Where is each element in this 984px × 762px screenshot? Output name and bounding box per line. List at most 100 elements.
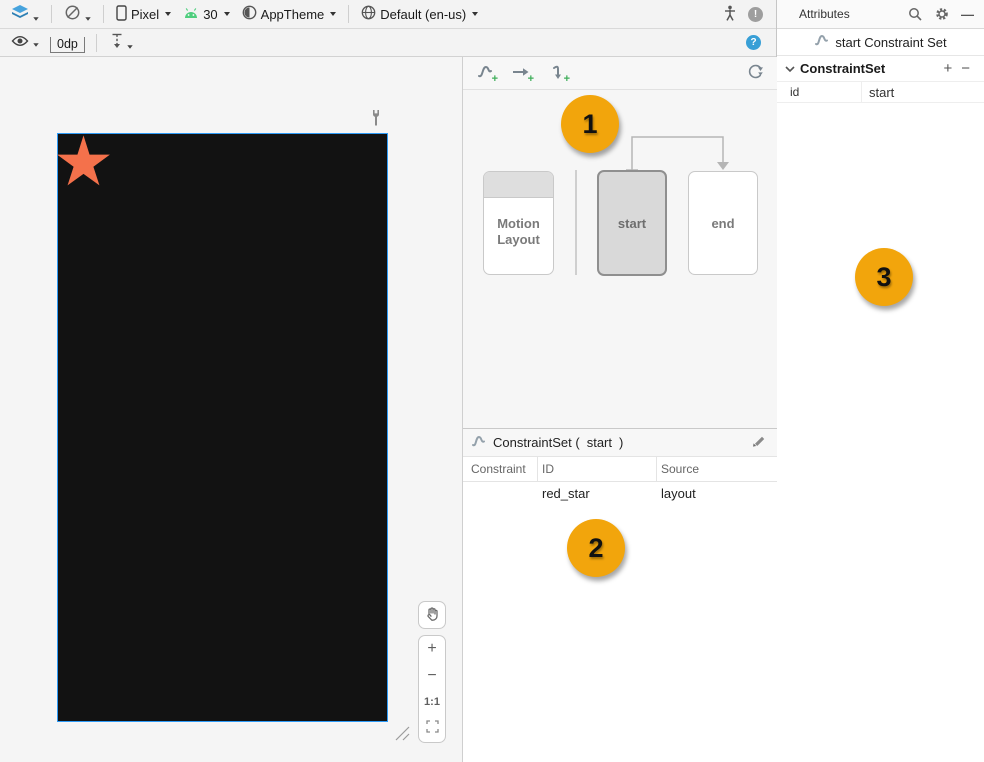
dropdown-caret: [472, 12, 478, 16]
api-level-label: 30: [203, 7, 217, 22]
zoom-in-button[interactable]: +: [419, 636, 445, 663]
phone-screen-preview[interactable]: [57, 133, 388, 722]
design-surface[interactable]: + − 1:1: [0, 57, 462, 762]
plus-overlay-icon: +: [528, 74, 534, 85]
dropdown-caret: [165, 12, 171, 16]
design-toolbar-main: Pixel 30: [0, 0, 776, 29]
locale-selector[interactable]: Default (en-us): [356, 3, 483, 25]
orientation-button[interactable]: [59, 2, 96, 26]
dropdown-caret: [33, 43, 38, 47]
motion-overview-scene[interactable]: Motion Layout start end: [463, 90, 777, 428]
constraint-table-header: Constraint ID Source: [463, 456, 777, 482]
toolbar-divider: [96, 34, 97, 52]
constraintset-section-header[interactable]: ConstraintSet + −: [777, 56, 984, 81]
squiggle-icon: [471, 435, 486, 451]
search-icon: [908, 9, 922, 24]
default-margin-value: 0dp: [50, 37, 85, 53]
constraintset-end-box[interactable]: end: [688, 171, 758, 275]
red-star-view[interactable]: [56, 135, 111, 193]
dropdown-caret: [127, 45, 132, 49]
settings-button[interactable]: [934, 7, 949, 22]
zoom-actual-size-button[interactable]: 1:1: [419, 689, 445, 716]
gear-icon: [935, 9, 949, 24]
attributes-panel-header: Attributes —: [777, 0, 984, 29]
hand-icon: [424, 606, 440, 625]
motion-layout-box[interactable]: Motion Layout: [483, 171, 554, 275]
api-level-selector[interactable]: 30: [178, 5, 234, 24]
resize-handle-icon[interactable]: [392, 723, 410, 746]
zoom-out-button[interactable]: −: [419, 663, 445, 690]
dropdown-caret: [33, 17, 38, 21]
fit-screen-icon: [426, 720, 439, 738]
default-margin-button[interactable]: 0dp: [48, 33, 87, 53]
guideline-icon: [111, 33, 123, 52]
edit-constraintset-button[interactable]: [751, 435, 767, 451]
accessibility-check-button[interactable]: [719, 3, 741, 26]
issues-icon: !: [748, 7, 763, 22]
device-label: Pixel: [131, 7, 159, 22]
attribute-row[interactable]: id start: [777, 81, 984, 103]
scene-divider: [575, 170, 577, 275]
wrench-icon[interactable]: [369, 108, 383, 133]
column-constraint: Constraint: [463, 457, 538, 481]
pencil-icon: [752, 437, 766, 452]
design-toolbar-secondary: 0dp ?: [0, 29, 776, 57]
toolbar-divider: [103, 5, 104, 23]
end-box-label: end: [711, 216, 734, 231]
add-constraintset-button[interactable]: +: [475, 63, 495, 83]
search-button[interactable]: [907, 7, 922, 22]
cell-id: red_star: [538, 486, 657, 501]
plus-overlay-icon: +: [492, 74, 498, 85]
constraint-table-row[interactable]: red_star layout: [463, 482, 777, 504]
attributes-title: Attributes: [799, 7, 850, 21]
constraintset-panel-header: ConstraintSet ( start ): [463, 428, 777, 456]
remove-attribute-button[interactable]: −: [959, 60, 972, 77]
dropdown-caret: [330, 12, 336, 16]
motion-layout-label: Motion Layout: [490, 216, 548, 249]
attribute-value[interactable]: start: [862, 85, 894, 100]
guideline-button[interactable]: [106, 31, 138, 54]
layers-icon: [11, 4, 29, 24]
globe-icon: [361, 5, 376, 23]
pan-button[interactable]: [418, 601, 446, 629]
design-surface-selector-button[interactable]: [6, 2, 44, 26]
cell-source: layout: [657, 486, 777, 501]
selected-constraintset: start: [587, 435, 612, 450]
motion-cycle-button[interactable]: [745, 63, 765, 83]
help-button[interactable]: ?: [741, 33, 766, 52]
zoom-controls: + − 1:1: [418, 635, 446, 743]
device-selector[interactable]: Pixel: [111, 3, 176, 26]
section-title: ConstraintSet: [800, 61, 885, 76]
attributes-panel: Attributes —: [777, 0, 984, 762]
theme-selector[interactable]: AppTheme: [237, 3, 342, 25]
selected-component-label: start Constraint Set: [835, 35, 946, 50]
phone-icon: [116, 5, 127, 24]
motion-editor-toolbar: + +: [463, 57, 777, 90]
attribute-key: id: [777, 82, 862, 102]
orientation-icon: [64, 4, 81, 24]
motion-layout-box-header: [484, 172, 553, 198]
hide-panel-button[interactable]: —: [961, 7, 974, 22]
design-pane: Pixel 30: [0, 0, 777, 762]
theme-label: AppTheme: [261, 7, 325, 22]
start-box-label: start: [618, 216, 646, 231]
constraintset-start-box[interactable]: start: [597, 170, 667, 276]
column-id: ID: [538, 457, 657, 481]
annotation-badge-2: 2: [567, 519, 625, 577]
annotation-badge-3: 3: [855, 248, 913, 306]
issues-button[interactable]: !: [743, 5, 768, 24]
cycle-icon: [747, 68, 764, 83]
selected-component-header: start Constraint Set: [777, 29, 984, 56]
view-options-button[interactable]: [6, 33, 44, 52]
dropdown-caret: [85, 17, 90, 21]
motion-editor-panel: + +: [462, 57, 777, 762]
chevron-down-icon: [785, 60, 795, 78]
android-icon: [183, 7, 199, 22]
add-click-or-swipe-handler-button[interactable]: +: [547, 63, 567, 83]
dropdown-caret: [224, 12, 230, 16]
add-transition-button[interactable]: +: [511, 63, 531, 83]
locale-label: Default (en-us): [380, 7, 466, 22]
column-source: Source: [657, 462, 777, 476]
zoom-to-fit-button[interactable]: [419, 716, 445, 743]
add-attribute-button[interactable]: +: [941, 60, 954, 77]
